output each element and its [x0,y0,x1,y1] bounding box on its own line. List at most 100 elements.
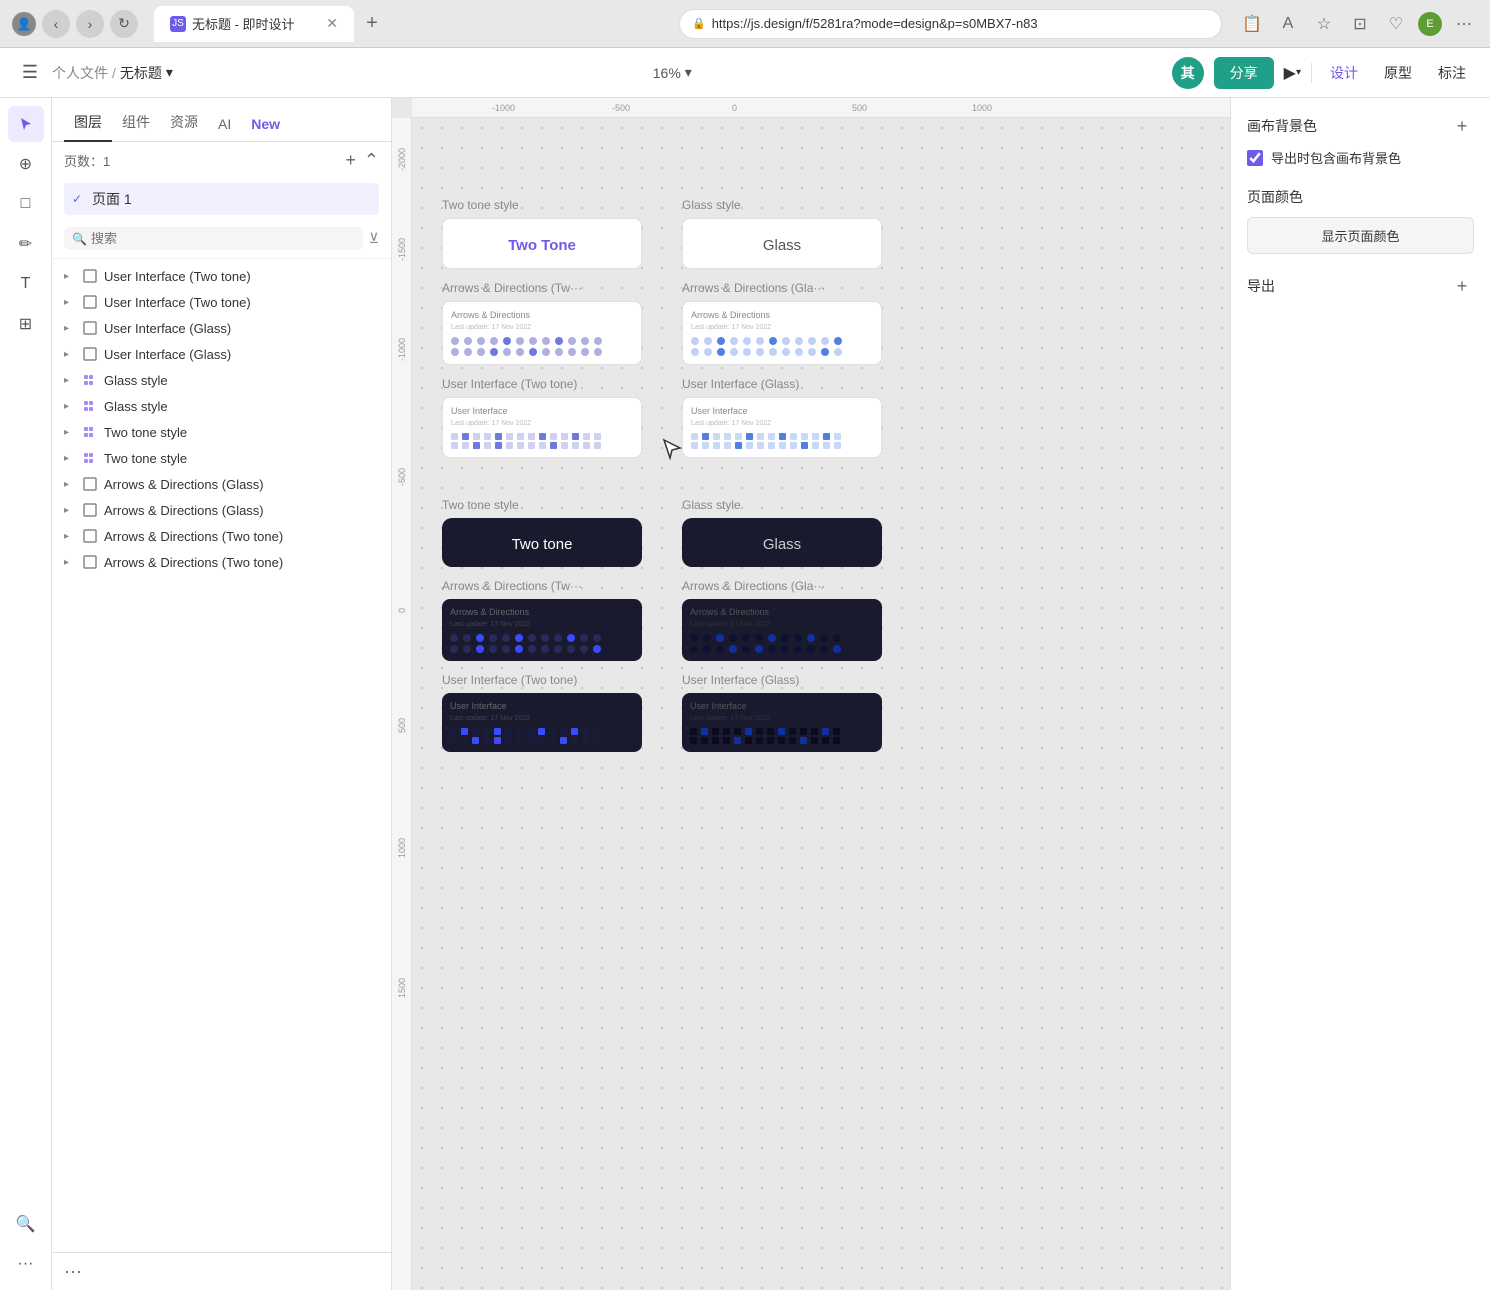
search-tool-button[interactable]: 🔍 [8,1206,44,1242]
pages-section: ✓ 页面 1 [52,179,391,219]
ruler-tick: 500 [397,718,407,733]
page-checkmark-icon: ✓ [72,192,86,206]
layer-expand-icon: ▸ [64,323,76,334]
arrows-label: Arrows & Directions (Gla··· [682,281,882,295]
group-type-icon [82,450,98,466]
prototype-view-button[interactable]: 原型 [1376,59,1420,87]
play-arrow-icon: ▾ [1296,67,1301,78]
hamburger-button[interactable]: ☰ [16,59,44,87]
show-page-color-button[interactable]: 显示页面颜色 [1247,217,1474,254]
layer-expand-icon: ▸ [64,531,76,542]
url-text: https://js.design/f/5281ra?mode=design&p… [712,16,1209,31]
vertical-ruler: -2000 -1500 -1000 -500 0 500 1000 1500 [392,118,412,1290]
layer-expand-icon: ▸ [64,375,76,386]
list-item[interactable]: ▸ Arrows & Directions (Glass) [52,497,391,523]
component-icon: ⊞ [19,314,32,334]
more-tools-button[interactable]: ··· [8,1246,44,1282]
text-tool-button[interactable]: T [8,266,44,302]
cursor-tool-button[interactable] [8,106,44,142]
address-bar[interactable]: 🔒 https://js.design/f/5281ra?mode=design… [679,9,1222,39]
component-tool-button[interactable]: ⊞ [8,306,44,342]
glass-dark-card[interactable]: Glass [682,518,882,567]
layer-name: Glass style [104,373,379,388]
list-item[interactable]: ▸ User Interface (Glass) [52,341,391,367]
add-export-button[interactable]: + [1450,274,1474,298]
layer-name: Glass style [104,399,379,414]
more-options-button[interactable]: ··· [64,1261,82,1282]
arrows-glass-dark-card[interactable]: Arrows & Directions Last update: 17 Nov … [682,599,882,661]
refresh-button[interactable]: ↻ [110,10,138,38]
layer-expand-icon: ▸ [64,271,76,282]
add-bg-color-button[interactable]: + [1450,114,1474,138]
arrows-dark-card[interactable]: Arrows & Directions Last update: 17 Nov … [442,599,642,661]
layer-name: User Interface (Glass) [104,347,379,362]
include-bg-checkbox[interactable] [1247,150,1263,166]
list-item[interactable]: ▸ User Interface (Glass) [52,315,391,341]
tab-close-button[interactable]: ✕ [326,15,338,32]
forward-button[interactable]: › [76,10,104,38]
two-tone-style-card[interactable]: Two Tone [442,218,642,269]
add-page-button[interactable]: + [345,150,356,171]
list-item[interactable]: ▸ Two tone style [52,445,391,471]
more-tools-icon: ··· [18,1255,34,1273]
tab-components[interactable]: 组件 [112,104,160,142]
list-item[interactable]: ▸ Arrows & Directions (Glass) [52,471,391,497]
back-button[interactable]: ‹ [42,10,70,38]
page-item-1[interactable]: ✓ 页面 1 [64,183,379,215]
new-tab-button[interactable]: + [358,10,386,38]
search-input[interactable] [91,231,355,246]
frame-tool-button[interactable]: □ [8,186,44,222]
breadcrumb-current[interactable]: 无标题 ▾ [120,63,173,83]
arrows-directions-light-card[interactable]: Arrows & Directions Last update: 17 Nov … [442,301,642,365]
canvas-bg-header: 画布背景色 + [1247,114,1474,138]
bg-color-checkbox-row: 导出时包含画布背景色 [1247,148,1474,167]
collections-button[interactable]: ♡ [1382,10,1410,38]
glass-style-card[interactable]: Glass [682,218,882,269]
layers-list: ▸ User Interface (Two tone) ▸ User Inter… [52,259,391,1252]
sidebar-bottom: ··· [52,1252,391,1290]
arrows-directions-glass-card[interactable]: Arrows & Directions Last update: 17 Nov … [682,301,882,365]
clipboard-button[interactable]: 📋 [1238,10,1266,38]
list-item[interactable]: ▸ User Interface (Two tone) [52,263,391,289]
tab-new[interactable]: New [241,108,290,142]
move-tool-button[interactable]: ⊕ [8,146,44,182]
filter-button[interactable]: ⊻ [369,230,379,247]
tab-ai[interactable]: AI [208,108,241,142]
browser-controls: 👤 ‹ › ↻ [12,10,138,38]
list-item[interactable]: ▸ Glass style [52,393,391,419]
font-button[interactable]: A [1274,10,1302,38]
user-interface-glass-card[interactable]: User Interface Last update: 17 Nov 2022 [682,397,882,458]
layer-expand-icon: ▸ [64,401,76,412]
zoom-control[interactable]: 16% ▾ [653,64,692,81]
list-item[interactable]: ▸ Arrows & Directions (Two tone) [52,523,391,549]
group-type-icon [82,372,98,388]
collapse-pages-button[interactable]: ⌃ [364,150,379,171]
layer-expand-icon: ▸ [64,505,76,516]
pen-tool-button[interactable]: ✏ [8,226,44,262]
layer-name: Two tone style [104,425,379,440]
list-item[interactable]: ▸ Glass style [52,367,391,393]
split-view-button[interactable]: ⊡ [1346,10,1374,38]
browser-chrome: 👤 ‹ › ↻ JS 无标题 - 即时设计 ✕ + 🔒 https://js.d… [0,0,1490,48]
ui-dark-card[interactable]: User Interface Last update: 17 Nov 2022 [442,693,642,752]
breadcrumb-parent[interactable]: 个人文件 [52,63,108,83]
active-tab[interactable]: JS 无标题 - 即时设计 ✕ [154,6,354,42]
two-tone-dark-card[interactable]: Two tone [442,518,642,567]
tab-assets[interactable]: 资源 [160,104,208,142]
share-button[interactable]: 分享 [1214,57,1274,89]
star-button[interactable]: ☆ [1310,10,1338,38]
more-button[interactable]: ⋯ [1450,10,1478,38]
canvas[interactable]: -1000 -500 0 500 1000 -2000 -1500 -1000 … [392,98,1230,1290]
ruler-tick: 1500 [397,978,407,998]
list-item[interactable]: ▸ Arrows & Directions (Two tone) [52,549,391,575]
list-item[interactable]: ▸ Two tone style [52,419,391,445]
user-interface-light-card[interactable]: User Interface Last update: 17 Nov 2022 [442,397,642,458]
list-item[interactable]: ▸ User Interface (Two tone) [52,289,391,315]
design-view-button[interactable]: 设计 [1322,59,1366,87]
tab-layers[interactable]: 图层 [64,104,112,142]
layer-name: Arrows & Directions (Two tone) [104,555,379,570]
annotation-view-button[interactable]: 标注 [1430,59,1474,87]
play-button[interactable]: ▶ ▾ [1284,63,1301,83]
ui-glass-dark-card[interactable]: User Interface Last update: 17 Nov 2022 [682,693,882,752]
glass-light-group: Glass style Glass Arrows & Directions (G… [682,198,882,458]
